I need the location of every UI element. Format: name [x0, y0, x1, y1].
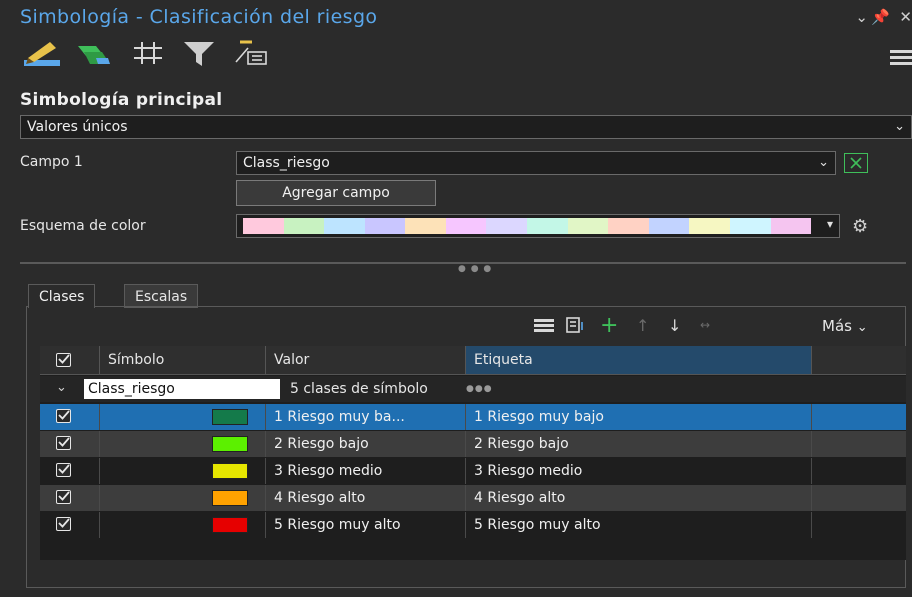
attribute-icon[interactable] — [230, 38, 270, 72]
field-dropdown[interactable]: Class_riesgo ⌄ — [236, 151, 836, 175]
more-label: Más — [822, 317, 852, 335]
color-scheme-dropdown[interactable]: ▾ — [236, 214, 840, 238]
checkbox-icon[interactable] — [56, 463, 71, 477]
value-cell[interactable]: 3 Riesgo medio — [266, 458, 466, 484]
sql-query-icon[interactable] — [844, 153, 868, 173]
tab-scales[interactable]: Escalas — [124, 284, 199, 308]
value-cell[interactable]: 1 Riesgo muy ba... — [266, 404, 466, 430]
checkbox-icon[interactable] — [56, 517, 71, 531]
primary-symbology-icon[interactable] — [22, 38, 62, 72]
row-checkbox-cell[interactable] — [40, 458, 100, 484]
symbol-cell[interactable]: ⌄ — [100, 485, 266, 511]
checkbox-icon[interactable] — [56, 436, 71, 450]
pane-title: Simbología - Clasificación del riesgo — [20, 6, 378, 28]
gear-icon[interactable]: ⚙ — [852, 216, 868, 237]
close-icon[interactable]: ✕ — [899, 8, 912, 26]
header-label[interactable]: Etiqueta — [466, 346, 812, 374]
chevron-down-icon: ⌄ — [856, 320, 868, 335]
color-scheme-label: Esquema de color — [20, 218, 146, 234]
color-ramp — [243, 218, 812, 234]
ramp-stop — [770, 218, 812, 234]
row-checkbox-cell[interactable] — [40, 404, 100, 430]
table-row[interactable]: ⌄4 Riesgo alto4 Riesgo alto — [40, 485, 906, 511]
group-field-input[interactable]: Class_riesgo — [84, 379, 280, 399]
add-all-values-icon[interactable] — [566, 316, 586, 338]
value-cell[interactable]: 5 Riesgo muy alto — [266, 512, 466, 538]
ramp-stop — [445, 218, 487, 234]
symbol-swatch[interactable] — [212, 490, 248, 506]
add-value-icon[interactable]: + — [600, 313, 618, 338]
symbol-cell[interactable]: ⌄ — [100, 512, 266, 538]
row-checkbox-cell[interactable] — [40, 512, 100, 538]
ramp-stop — [729, 218, 771, 234]
tab-classes[interactable]: Clases — [28, 284, 96, 308]
ramp-stop — [243, 218, 284, 234]
group-row: ⌄ Class_riesgo 5 clases de símbolo ●●● — [40, 376, 906, 402]
chevron-down-icon: ⌄ — [818, 155, 829, 170]
table-row[interactable]: ⌄3 Riesgo medio3 Riesgo medio — [40, 458, 906, 484]
options-chevron-icon[interactable]: ⌄ — [855, 8, 868, 26]
checkbox-icon[interactable] — [56, 353, 71, 367]
ramp-stop — [486, 218, 528, 234]
table-row[interactable]: ⌄5 Riesgo muy alto5 Riesgo muy alto — [40, 512, 906, 538]
ramp-stop — [527, 218, 568, 234]
add-field-button[interactable]: Agregar campo — [236, 180, 436, 206]
section-title: Simbología principal — [20, 90, 223, 110]
splitter-grip-icon[interactable]: ● ● ● — [458, 264, 492, 274]
group-summary: 5 clases de símbolo — [290, 381, 428, 397]
symbol-swatch[interactable] — [212, 463, 248, 479]
method-value: Valores únicos — [27, 119, 128, 135]
symbology-method-dropdown[interactable]: Valores únicos ⌄ — [20, 115, 912, 139]
field-label: Campo 1 — [20, 154, 83, 170]
label-cell[interactable]: 3 Riesgo medio — [466, 458, 812, 484]
table-view-icon[interactable] — [534, 318, 554, 337]
classes-table: Símbolo Valor Etiqueta ⌄ Class_riesgo 5 … — [40, 346, 906, 560]
ramp-stop — [608, 218, 649, 234]
chevron-down-icon: ▾ — [826, 217, 833, 231]
group-more-icon[interactable]: ●●● — [466, 376, 493, 402]
ramp-stop — [648, 218, 690, 234]
header-symbol[interactable]: Símbolo — [100, 346, 266, 374]
pin-icon[interactable]: 📌 — [871, 8, 890, 26]
symbol-swatch[interactable] — [212, 517, 248, 533]
header-value[interactable]: Valor — [266, 346, 466, 374]
ramp-stop — [567, 218, 609, 234]
chevron-down-icon: ⌄ — [894, 119, 905, 134]
checkbox-icon[interactable] — [56, 409, 71, 423]
checkbox-icon[interactable] — [56, 490, 71, 504]
filter-icon[interactable] — [182, 38, 216, 72]
symbol-cell[interactable]: ⌄ — [100, 431, 266, 457]
more-menu-button[interactable]: Más ⌄ — [822, 317, 868, 335]
value-cell[interactable]: 2 Riesgo bajo — [266, 431, 466, 457]
row-checkbox-cell[interactable] — [40, 485, 100, 511]
ramp-stop — [405, 218, 446, 234]
row-checkbox-cell[interactable] — [40, 431, 100, 457]
symbol-cell[interactable]: ⌄ — [100, 458, 266, 484]
ramp-stop — [364, 218, 406, 234]
ramp-stop — [689, 218, 730, 234]
symbol-cell[interactable]: ⌄ — [100, 404, 266, 430]
symbol-swatch[interactable] — [212, 436, 248, 452]
label-cell[interactable]: 2 Riesgo bajo — [466, 431, 812, 457]
symbol-swatch[interactable] — [212, 409, 248, 425]
reorder-icon[interactable]: ↔ — [700, 318, 710, 332]
table-row[interactable]: ⌄1 Riesgo muy ba...1 Riesgo muy bajo — [40, 404, 906, 430]
move-up-icon[interactable]: ↑ — [636, 316, 649, 335]
label-cell[interactable]: 1 Riesgo muy bajo — [466, 404, 812, 430]
move-down-icon[interactable]: ↓ — [668, 316, 681, 335]
vary-symbology-icon[interactable] — [76, 38, 112, 72]
header-select-all[interactable] — [40, 346, 100, 374]
collapse-chevron-icon[interactable]: ⌄ — [56, 380, 67, 395]
table-row[interactable]: ⌄2 Riesgo bajo2 Riesgo bajo — [40, 431, 906, 457]
field-value: Class_riesgo — [243, 155, 330, 171]
table-header: Símbolo Valor Etiqueta — [40, 346, 906, 375]
labeling-icon[interactable] — [130, 38, 166, 72]
value-cell[interactable]: 4 Riesgo alto — [266, 485, 466, 511]
ramp-stop — [283, 218, 325, 234]
label-cell[interactable]: 5 Riesgo muy alto — [466, 512, 812, 538]
ramp-stop — [324, 218, 365, 234]
symbology-pane: Simbología - Clasificación del riesgo ⌄ … — [6, 0, 912, 597]
label-cell[interactable]: 4 Riesgo alto — [466, 485, 812, 511]
hamburger-icon[interactable] — [890, 50, 912, 68]
